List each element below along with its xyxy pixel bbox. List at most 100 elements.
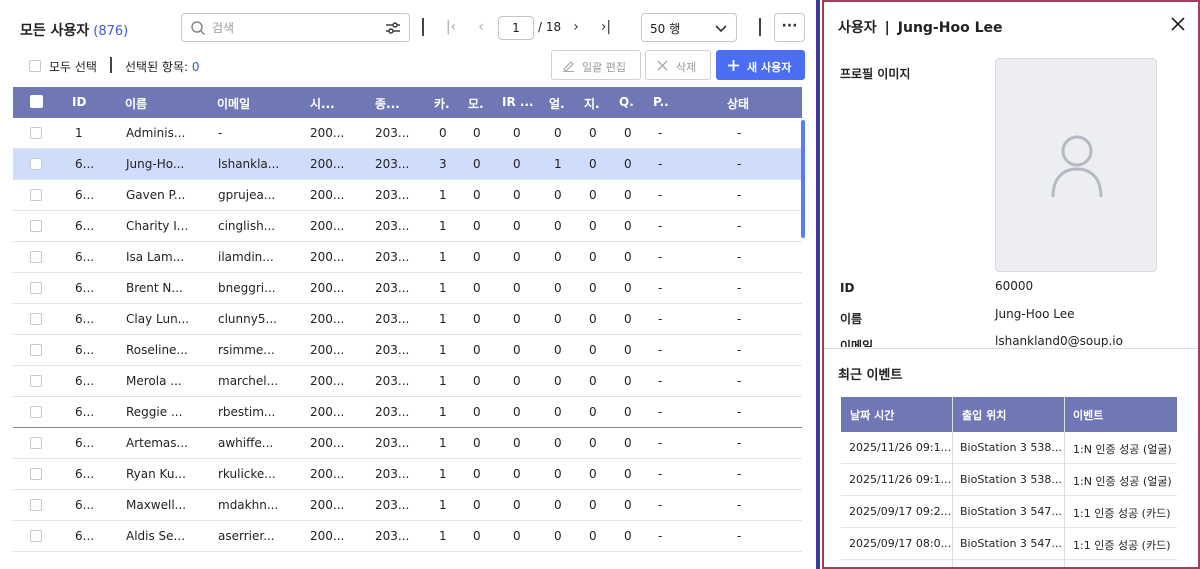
table-row[interactable]: 6... Gaven P... gprujea... 200... 203... 1 0 0 0…	[13, 180, 802, 211]
last-page-icon[interactable]: ›|	[596, 17, 616, 37]
cell-status: -	[737, 157, 742, 171]
profile-image-label: 프로필 이미지	[840, 67, 911, 81]
row-checkbox[interactable]	[30, 406, 42, 418]
table-row[interactable]: 6... Aldis Se... aserrier... 200... 203... 1 0…	[13, 521, 802, 552]
cell-email: gprujea...	[218, 188, 276, 202]
col-header[interactable]: Q.	[619, 95, 634, 109]
col-header[interactable]: P..	[653, 95, 669, 109]
bulk-edit-button[interactable]: 일괄 편집	[551, 50, 641, 80]
row-checkbox[interactable]	[30, 313, 42, 325]
row-checkbox[interactable]	[30, 158, 42, 170]
cell-pin: -	[658, 281, 663, 295]
col-header[interactable]: 이메일	[217, 95, 250, 112]
events-col-header[interactable]: 이벤트	[1073, 407, 1103, 423]
event-row[interactable]: 2025/09/17 09:2... BioStation 3 547... 1:1…	[841, 496, 1177, 528]
cell-start: 200...	[310, 126, 345, 140]
rows-per-page-select[interactable]: 50 행	[641, 13, 737, 42]
cell-face: 0	[554, 312, 562, 326]
row-checkbox[interactable]	[30, 375, 42, 387]
col-header[interactable]: ID	[72, 95, 86, 109]
col-header[interactable]: 얼.	[549, 95, 565, 112]
cell-ir: 0	[513, 498, 521, 512]
cell-email: clunny5...	[218, 312, 277, 326]
row-checkbox[interactable]	[30, 282, 42, 294]
col-header[interactable]: 상태	[727, 95, 749, 112]
cell-face: 0	[554, 250, 562, 264]
row-checkbox[interactable]	[30, 344, 42, 356]
row-checkbox[interactable]	[30, 251, 42, 263]
table-row[interactable]: 6... Clay Lun... clunny5... 200... 203... 1 0 0…	[13, 304, 802, 335]
event-datetime: 2025/11/26 09:1...	[849, 441, 952, 454]
events-col-header[interactable]: 날짜 시간	[850, 407, 894, 423]
cell-name: Brent N...	[126, 281, 183, 295]
more-options-button[interactable]: ···	[774, 13, 805, 42]
cell-name: Roseline...	[126, 343, 188, 357]
detail-title-label: 사용자	[838, 20, 877, 36]
cell-pin: -	[658, 312, 663, 326]
delete-button[interactable]: 삭제	[645, 50, 711, 80]
first-page-icon[interactable]: |‹	[441, 17, 461, 37]
event-row[interactable]: 2025/09/17 08:0... BioStation 3 547... 1:1…	[841, 528, 1177, 560]
cell-face: 0	[554, 498, 562, 512]
search-input[interactable]	[212, 19, 362, 37]
search-box[interactable]	[181, 13, 410, 42]
close-icon[interactable]	[1170, 16, 1186, 32]
cell-face: 0	[554, 343, 562, 357]
col-header[interactable]: IR ...	[502, 95, 534, 109]
table-row[interactable]: 6... Roseline... rsimme... 200... 203... 1 0 0 0…	[13, 335, 802, 366]
table-row[interactable]: 1 Adminis... - 200... 203... 0 0 0 0 0 0 - -	[13, 118, 802, 149]
cell-name: Merola ...	[126, 374, 182, 388]
event-row[interactable]: 2025/11/26 09:1... BioStation 3 538... 1:N…	[841, 432, 1177, 464]
table-row[interactable]: 6... Isa Lam... ilamdin... 200... 203... 1 0 0 0…	[13, 242, 802, 273]
event-row[interactable]: 2025/11/26 09:1... BioStation 3 538... 1:N…	[841, 464, 1177, 496]
cell-start: 200...	[310, 188, 345, 202]
cell-end: 203...	[375, 188, 410, 202]
cell-email: ilamdin...	[218, 250, 274, 264]
table-row[interactable]: 6... Ryan Ku... rkulicke... 200... 203... 1 0 0…	[13, 459, 802, 490]
cell-email: -	[218, 126, 223, 140]
cell-card: 1	[439, 374, 447, 388]
table-row[interactable]: 6... Reggie ... rbestim... 200... 203... 1 0 0 0…	[13, 397, 802, 428]
cell-qr: 0	[624, 157, 632, 171]
cell-pin: -	[658, 529, 663, 543]
next-page-icon[interactable]: ›	[566, 17, 586, 37]
page-number-input[interactable]: 1	[498, 16, 534, 40]
events-col-header[interactable]: 출입 위치	[962, 407, 1006, 423]
table-row[interactable]: 6... Merola ... marchel... 200... 203... 1 0 0 0…	[13, 366, 802, 397]
select-all-checkbox[interactable]	[29, 60, 41, 72]
row-checkbox[interactable]	[30, 437, 42, 449]
cell-qr: 0	[624, 250, 632, 264]
cell-qr: 0	[624, 343, 632, 357]
cell-mobile: 0	[473, 188, 481, 202]
cell-mobile: 0	[473, 498, 481, 512]
col-header[interactable]: 이름	[125, 95, 147, 112]
scrollbar[interactable]	[801, 120, 805, 238]
profile-photo[interactable]	[995, 58, 1157, 272]
row-checkbox[interactable]	[30, 127, 42, 139]
col-header[interactable]: 지.	[584, 95, 600, 112]
cell-qr: 0	[624, 188, 632, 202]
cell-pin: -	[658, 188, 663, 202]
new-user-button[interactable]: 새 사용자	[716, 50, 805, 80]
header-checkbox[interactable]	[30, 95, 43, 108]
table-row[interactable]: 6... Charity I... cinglish... 200... 203... 1…	[13, 211, 802, 242]
row-checkbox[interactable]	[30, 468, 42, 480]
prev-page-icon[interactable]: ‹	[471, 17, 491, 37]
col-header[interactable]: 모.	[468, 95, 484, 112]
row-checkbox[interactable]	[30, 220, 42, 232]
table-row[interactable]: 6... Maxwell... mdakhn... 200... 203... 1 0 0 0 0…	[13, 490, 802, 521]
filter-settings-icon[interactable]	[385, 20, 401, 36]
cell-fingerprint: 0	[589, 343, 597, 357]
row-checkbox[interactable]	[30, 189, 42, 201]
table-row[interactable]: 6... Jung-Ho... lshankla... 200... 203... 3 0 0…	[13, 149, 802, 180]
cell-mobile: 0	[473, 157, 481, 171]
col-header[interactable]: 카.	[434, 95, 450, 112]
cell-status: -	[737, 405, 742, 419]
row-checkbox[interactable]	[30, 530, 42, 542]
cell-start: 200...	[310, 467, 345, 481]
row-checkbox[interactable]	[30, 499, 42, 511]
table-row[interactable]: 6... Artemas... awhiffe... 200... 203... 1 0 0 0…	[13, 428, 802, 459]
col-header[interactable]: 종...	[375, 95, 400, 112]
table-row[interactable]: 6... Brent N... bneggri... 200... 203... 1 0 0 0…	[13, 273, 802, 304]
col-header[interactable]: 시...	[310, 95, 335, 112]
